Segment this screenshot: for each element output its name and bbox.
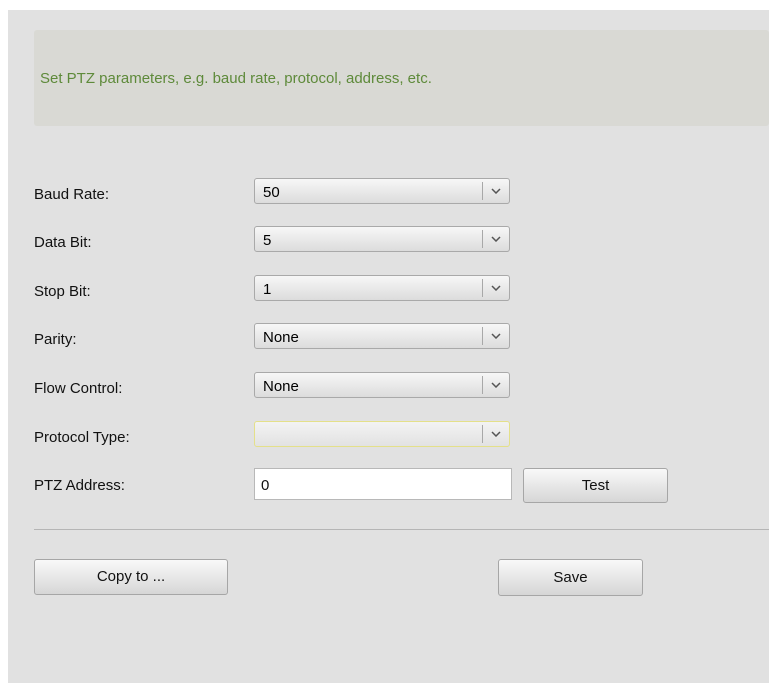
info-text: Set PTZ parameters, e.g. baud rate, prot… <box>40 70 432 87</box>
stop-bit-label: Stop Bit: <box>34 283 91 300</box>
select-divider <box>482 327 483 345</box>
chevron-down-icon <box>489 231 503 247</box>
copy-to-button[interactable]: Copy to ... <box>34 559 228 595</box>
stop-bit-value: 1 <box>263 281 272 298</box>
chevron-down-icon <box>489 328 503 344</box>
test-button[interactable]: Test <box>523 468 668 503</box>
separator <box>34 529 769 530</box>
data-bit-label: Data Bit: <box>34 234 92 251</box>
flow-control-value: None <box>263 378 299 395</box>
baud-rate-value: 50 <box>263 184 280 201</box>
chevron-down-icon <box>489 280 503 296</box>
flow-control-label: Flow Control: <box>34 380 123 397</box>
parity-select[interactable]: None <box>254 323 510 349</box>
protocol-type-label: Protocol Type: <box>34 429 130 446</box>
stop-bit-select[interactable]: 1 <box>254 275 510 301</box>
data-bit-value: 5 <box>263 232 272 249</box>
ptz-address-input[interactable]: 0 <box>254 468 512 500</box>
parity-value: None <box>263 329 299 346</box>
save-button[interactable]: Save <box>498 559 643 596</box>
info-banner: Set PTZ parameters, e.g. baud rate, prot… <box>34 30 769 126</box>
protocol-type-select[interactable] <box>254 421 510 447</box>
select-divider <box>482 376 483 394</box>
select-divider <box>482 425 483 443</box>
select-divider <box>482 230 483 248</box>
chevron-down-icon <box>489 183 503 199</box>
parity-label: Parity: <box>34 331 77 348</box>
baud-rate-label: Baud Rate: <box>34 186 110 203</box>
ptz-address-label: PTZ Address: <box>34 477 125 494</box>
flow-control-select[interactable]: None <box>254 372 510 398</box>
chevron-down-icon <box>489 377 503 393</box>
data-bit-select[interactable]: 5 <box>254 226 510 252</box>
select-divider <box>482 182 483 200</box>
chevron-down-icon <box>489 426 503 442</box>
baud-rate-select[interactable]: 50 <box>254 178 510 204</box>
select-divider <box>482 279 483 297</box>
